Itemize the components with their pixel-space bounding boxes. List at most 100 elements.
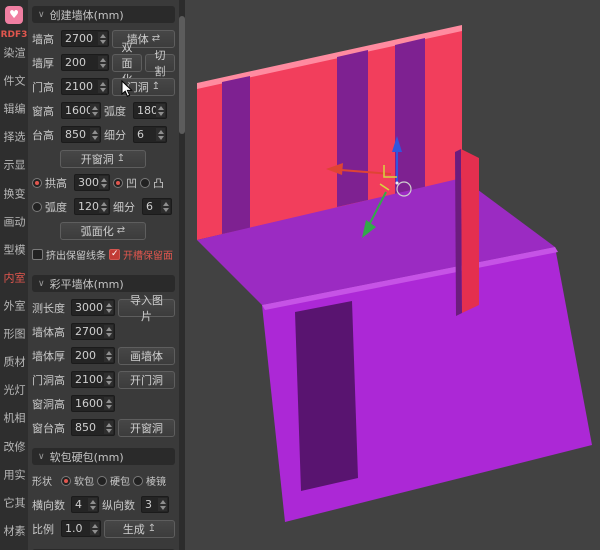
section-header-soft-pack[interactable]: ∨ 软包硬包(mm) <box>32 448 175 465</box>
arc-face-button[interactable]: 弧面化 ⇄ <box>60 222 146 240</box>
arch-height-label: 拱高 <box>45 175 71 191</box>
extrude-keep-checkbox[interactable] <box>32 249 43 260</box>
3d-scene[interactable] <box>185 0 600 550</box>
spinner-up-icon[interactable] <box>106 375 112 379</box>
spinner-down-icon[interactable] <box>92 112 98 116</box>
spinner-down-icon[interactable] <box>100 88 106 92</box>
spinner[interactable] <box>98 56 107 69</box>
spinner[interactable] <box>161 200 170 213</box>
spinner-down-icon[interactable] <box>101 208 107 212</box>
spinner-up-icon[interactable] <box>158 130 164 134</box>
sidebar-item-other[interactable]: 其它 <box>3 497 25 519</box>
spinner-down-icon[interactable] <box>163 208 169 212</box>
sidebar-item-select[interactable]: 选择 <box>3 131 25 153</box>
spinner-up-icon[interactable] <box>92 130 98 134</box>
sidebar-item-utility[interactable]: 实用 <box>3 469 25 491</box>
spinner-up-icon[interactable] <box>101 202 107 206</box>
sidebar-item-animation[interactable]: 动画 <box>3 216 25 238</box>
spinner[interactable] <box>104 325 113 338</box>
spinner-down-icon[interactable] <box>106 429 112 433</box>
radian-radio[interactable] <box>32 202 42 212</box>
open-door-button[interactable]: 开门洞 <box>118 371 175 389</box>
spinner-down-icon[interactable] <box>106 357 112 361</box>
spinner-up-icon[interactable] <box>106 327 112 331</box>
spinner-up-icon[interactable] <box>158 106 164 110</box>
spinner-down-icon[interactable] <box>100 40 106 44</box>
section-header-create-wall[interactable]: ∨ 创建墙体(mm) <box>32 6 175 23</box>
slot-keep-checkbox[interactable] <box>109 249 120 260</box>
spinner[interactable] <box>158 498 167 511</box>
spinner[interactable] <box>90 128 99 141</box>
sidebar-item-light[interactable]: 灯光 <box>3 384 25 406</box>
sidebar-item-material[interactable]: 材质 <box>3 356 25 378</box>
spinner-down-icon[interactable] <box>106 333 112 337</box>
concave-radio[interactable] <box>113 178 123 188</box>
spinner[interactable] <box>156 128 165 141</box>
spinner-up-icon[interactable] <box>92 524 98 528</box>
spinner-up-icon[interactable] <box>100 82 106 86</box>
double-face-button[interactable]: 双面化 <box>112 54 142 72</box>
sidebar-item-exterior[interactable]: 室外 <box>3 300 25 322</box>
spinner[interactable] <box>104 397 113 410</box>
sidebar-item-interior[interactable]: 室内 <box>3 272 25 294</box>
sidebar-item-transform[interactable]: 变换 <box>3 188 25 210</box>
spinner[interactable] <box>99 176 108 189</box>
spinner-up-icon[interactable] <box>100 34 106 38</box>
soft-pack-radio[interactable] <box>61 476 71 486</box>
prism-radio[interactable] <box>133 476 143 486</box>
spinner[interactable] <box>104 301 113 314</box>
spinner[interactable] <box>104 349 113 362</box>
convex-radio[interactable] <box>140 178 150 188</box>
spinner-up-icon[interactable] <box>160 500 166 504</box>
spinner-down-icon[interactable] <box>158 112 164 116</box>
sidebar-item-model[interactable]: 模型 <box>3 244 25 266</box>
sidebar-item-display[interactable]: 显示 <box>3 159 25 181</box>
spinner-down-icon[interactable] <box>92 530 98 534</box>
viewport-3d[interactable] <box>185 0 600 550</box>
flat-open-window-button[interactable]: 开窗洞 <box>118 419 175 437</box>
spinner-up-icon[interactable] <box>163 202 169 206</box>
spinner-up-icon[interactable] <box>106 423 112 427</box>
section-header-flat-wall[interactable]: ∨ 彩平墙体(mm) <box>32 275 175 292</box>
spinner[interactable] <box>90 104 99 117</box>
sidebar-item-shapes[interactable]: 图形 <box>3 328 25 350</box>
spinner-down-icon[interactable] <box>92 136 98 140</box>
spinner[interactable] <box>90 522 99 535</box>
spinner-up-icon[interactable] <box>92 106 98 110</box>
spinner-down-icon[interactable] <box>90 506 96 510</box>
radian-field <box>133 102 167 119</box>
spinner-down-icon[interactable] <box>106 405 112 409</box>
cut-button[interactable]: 切割 <box>145 54 175 72</box>
generate-button[interactable]: 生成 ↥ <box>104 520 175 538</box>
sidebar-item-assets[interactable]: 素材 <box>3 525 25 547</box>
sidebar-item-file[interactable]: 文件 <box>3 75 25 97</box>
spinner[interactable] <box>104 373 113 386</box>
spinner[interactable] <box>104 421 113 434</box>
spinner[interactable] <box>98 32 107 45</box>
spinner-up-icon[interactable] <box>100 58 106 62</box>
hard-pack-radio[interactable] <box>97 476 107 486</box>
spinner-down-icon[interactable] <box>100 64 106 68</box>
spinner-up-icon[interactable] <box>101 178 107 182</box>
spinner[interactable] <box>99 200 108 213</box>
spinner-up-icon[interactable] <box>106 351 112 355</box>
spinner-up-icon[interactable] <box>106 399 112 403</box>
spinner-up-icon[interactable] <box>90 500 96 504</box>
spinner-down-icon[interactable] <box>101 184 107 188</box>
spinner[interactable] <box>88 498 97 511</box>
sidebar-item-camera[interactable]: 相机 <box>3 412 25 434</box>
arch-height-radio[interactable] <box>32 178 42 188</box>
open-window-button[interactable]: 开窗洞 ↥ <box>60 150 146 168</box>
spinner[interactable] <box>98 80 107 93</box>
spinner-down-icon[interactable] <box>160 506 166 510</box>
spinner-up-icon[interactable] <box>106 303 112 307</box>
import-image-button[interactable]: 导入图片 <box>118 299 175 317</box>
draw-wall-button[interactable]: 画墙体 <box>118 347 175 365</box>
spinner-down-icon[interactable] <box>106 309 112 313</box>
spinner-down-icon[interactable] <box>158 136 164 140</box>
spinner[interactable] <box>156 104 165 117</box>
sidebar-item-edit[interactable]: 编辑 <box>3 103 25 125</box>
spinner-down-icon[interactable] <box>106 381 112 385</box>
sidebar-item-modify[interactable]: 修改 <box>3 441 25 463</box>
sidebar-item-render[interactable]: 渲染 <box>3 47 25 69</box>
